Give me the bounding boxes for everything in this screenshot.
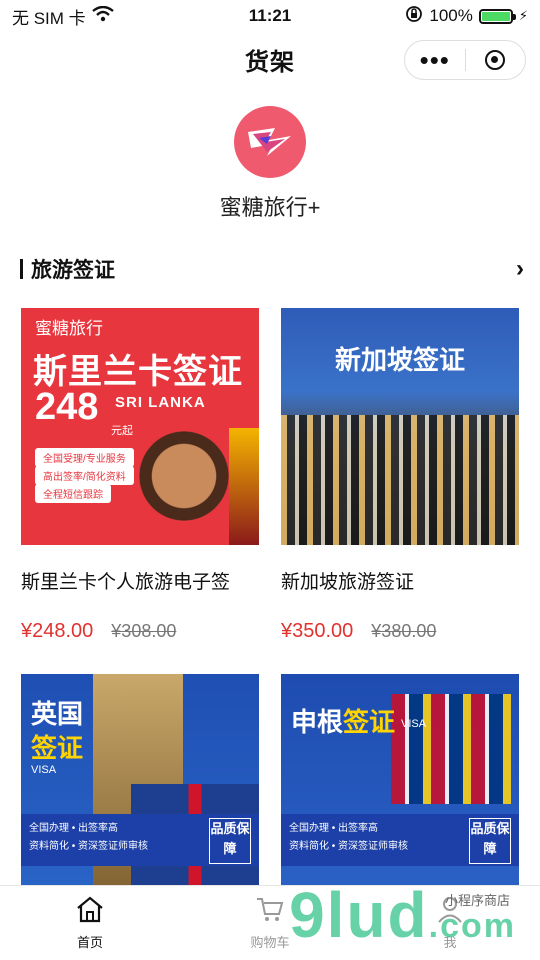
image-brand-text: 蜜糖旅行 — [35, 319, 103, 338]
image-subtitle: SRI LANKA — [115, 394, 206, 411]
city-skyline — [281, 415, 519, 545]
quality-badge: 品质保障 — [209, 818, 251, 864]
feature-line: 资料简化 • 资深签证师审核 — [29, 841, 149, 852]
quality-badge: 品质保障 — [469, 818, 511, 864]
image-headline-accent: 签证 — [343, 707, 396, 737]
image-headline-part: 申根 — [291, 707, 344, 737]
product-image[interactable]: 申根签证 VISA 全国办理 • 出签率高 资料简化 • 资深签证师审核 品质保… — [281, 674, 519, 911]
feature-band: 全国办理 • 出签率高 资料简化 • 资深签证师审核 品质保障 — [21, 814, 259, 866]
home-icon — [75, 895, 105, 928]
product-card[interactable]: 申根签证 VISA 全国办理 • 出签率高 资料简化 • 资深签证师审核 品质保… — [281, 674, 519, 911]
product-original-price: ¥380.00 — [371, 621, 437, 641]
product-price: ¥350.00 — [281, 620, 354, 642]
product-image[interactable]: 新加坡签证 — [281, 308, 519, 545]
product-card[interactable]: 蜜糖旅行 斯里兰卡签证 248 SRI LANKA 元起 全国受理/专业服务 高… — [21, 308, 259, 643]
image-visa-text: VISA — [401, 718, 427, 730]
close-button[interactable] — [466, 41, 526, 79]
orientation-lock-icon — [405, 5, 423, 28]
tab-label: 购物车 — [250, 935, 290, 950]
status-bar: 无 SIM 卡 11:21 100% ⚡ — [0, 0, 540, 32]
more-button[interactable]: ••• — [405, 41, 465, 79]
more-icon: ••• — [419, 44, 450, 75]
section-title: 旅游签证 — [31, 259, 115, 282]
image-feature-pill: 高出签率/简化资料 — [35, 466, 134, 485]
product-original-price: ¥308.00 — [111, 621, 177, 641]
store-logo — [234, 106, 306, 178]
battery-icon — [478, 8, 516, 24]
tab-bar: 首页 购物车 我 9lud.com 小程序商店 — [0, 879, 540, 960]
tab-label: 首页 — [76, 935, 103, 950]
image-headline: 新加坡签证 — [334, 345, 465, 375]
close-target-icon — [485, 50, 506, 70]
mini-program-capsule: ••• — [404, 40, 526, 80]
feature-line: 全国办理 • 出签率高 — [29, 823, 119, 834]
image-feature-pill: 全国受理/专业服务 — [35, 448, 134, 467]
image-headline: 申根签证 — [291, 702, 395, 739]
image-visa-text: VISA — [31, 764, 57, 776]
image-feature-pill: 全程短信跟踪 — [35, 484, 111, 503]
wifi-icon — [91, 5, 114, 27]
store-logo-icon — [248, 128, 291, 156]
image-headline-accent: 签证 — [31, 733, 84, 763]
product-card[interactable]: 新加坡签证 新加坡旅游签证 ¥350.00 ¥380.00 — [281, 308, 519, 643]
watermark-suffix: .com — [428, 907, 516, 945]
product-name[interactable]: 斯里兰卡个人旅游电子签 — [21, 567, 259, 594]
tab-home[interactable]: 首页 — [0, 886, 180, 960]
cart-icon — [255, 895, 285, 928]
product-card[interactable]: 英国 签证 VISA 全国办理 • 出签率高 资料简化 • 资深签证师审核 品质… — [21, 674, 259, 911]
watermark-small-text: 小程序商店 — [444, 893, 510, 908]
feature-line: 资料简化 • 资深签证师审核 — [289, 841, 409, 852]
charging-icon: ⚡ — [518, 8, 528, 23]
watermark-text: 9lud — [289, 879, 429, 951]
feature-band: 全国办理 • 出签率高 资料简化 • 资深签证师审核 品质保障 — [281, 814, 519, 866]
product-image[interactable]: 英国 签证 VISA 全国办理 • 出签率高 资料简化 • 资深签证师审核 品质… — [21, 674, 259, 911]
image-price-number: 248 — [35, 386, 99, 428]
page-title: 货架 — [245, 48, 295, 76]
feature-line: 全国办理 • 出签率高 — [289, 823, 379, 834]
battery-percent: 100% — [429, 6, 473, 25]
product-name[interactable]: 新加坡旅游签证 — [281, 567, 519, 594]
product-price: ¥248.00 — [21, 620, 94, 642]
chevron-right-icon[interactable]: › — [516, 255, 524, 283]
section-header[interactable]: 旅游签证 › — [20, 252, 524, 286]
store-name: 蜜糖旅行+ — [219, 195, 321, 220]
section-marker — [20, 259, 23, 279]
product-image[interactable]: 蜜糖旅行 斯里兰卡签证 248 SRI LANKA 元起 全国受理/专业服务 高… — [21, 308, 259, 545]
eu-flags-image — [391, 694, 511, 804]
child-photo — [129, 430, 239, 545]
image-headline: 英国 — [31, 699, 84, 729]
nav-bar: 货架 ••• — [0, 32, 540, 86]
carrier-text: 无 SIM 卡 — [12, 8, 86, 28]
